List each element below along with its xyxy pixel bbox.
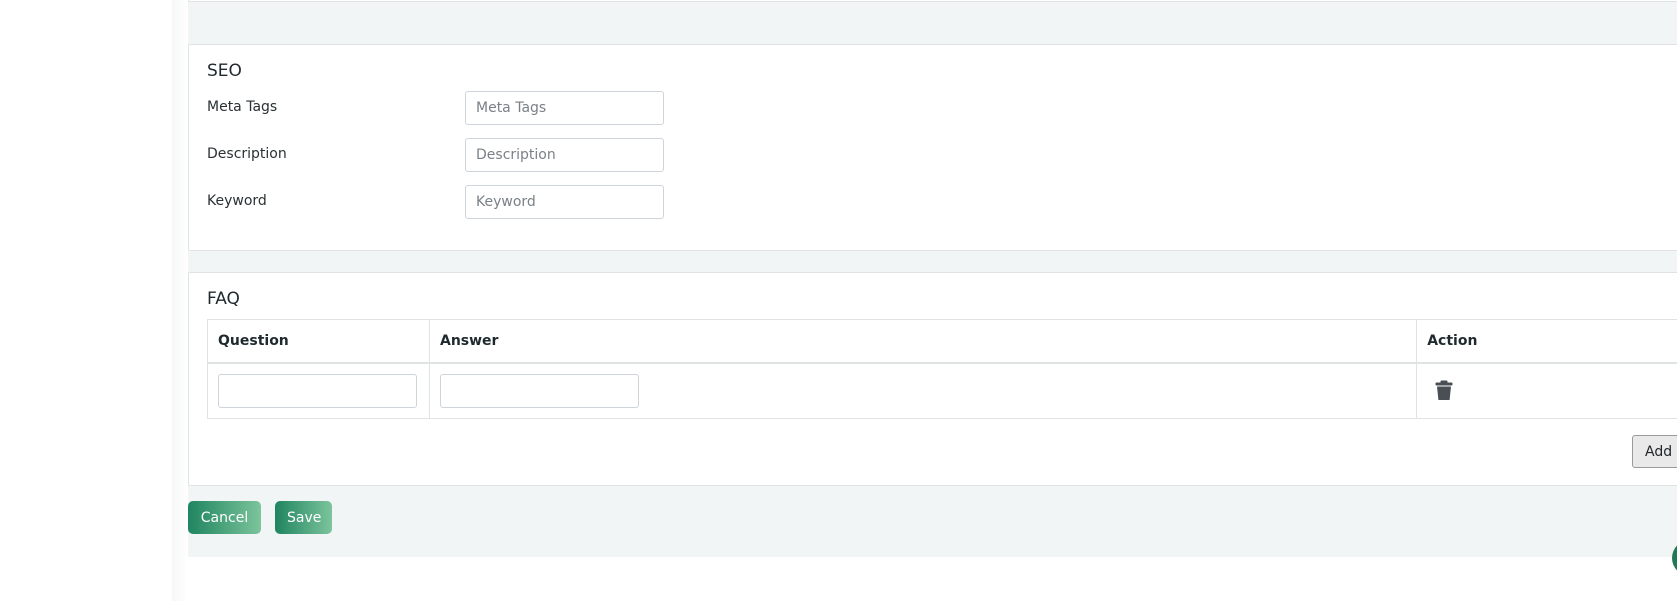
trash-icon[interactable] (1435, 380, 1455, 402)
question-input[interactable] (218, 373, 417, 408)
sidebar-area (0, 0, 172, 601)
column-header-answer: Answer (428, 319, 1418, 364)
faq-card-title: FAQ (207, 289, 240, 309)
keyword-label: Keyword (207, 193, 267, 209)
column-header-question: Question (207, 319, 430, 364)
description-row: Description (207, 138, 687, 172)
column-header-action: Action (1416, 319, 1677, 364)
keyword-input[interactable] (465, 185, 664, 219)
add-more-button[interactable]: Add More (1632, 435, 1677, 468)
question-cell (207, 362, 430, 419)
description-input[interactable] (465, 138, 664, 172)
sidebar-shadow (172, 0, 188, 601)
faq-card: FAQ Question Answer Action Add (188, 272, 1677, 486)
answer-input[interactable] (439, 373, 639, 408)
cancel-button[interactable]: Cancel (188, 501, 261, 534)
seo-card-title: SEO (207, 61, 242, 81)
meta-tags-label: Meta Tags (207, 99, 278, 115)
table-row (207, 362, 1677, 419)
meta-tags-row: Meta Tags (207, 91, 687, 125)
answer-cell (428, 362, 1418, 419)
description-label: Description (207, 146, 287, 162)
save-button[interactable]: Save (275, 501, 332, 534)
action-cell (1416, 362, 1677, 419)
faq-table-header: Question Answer Action (207, 319, 1677, 364)
previous-card (188, 0, 1677, 2)
seo-card: SEO Meta Tags Description Keyword (188, 44, 1677, 251)
keyword-row: Keyword (207, 185, 687, 219)
page-footer-area (188, 557, 1677, 601)
faq-table: Question Answer Action (207, 319, 1677, 419)
meta-tags-input[interactable] (465, 91, 664, 125)
